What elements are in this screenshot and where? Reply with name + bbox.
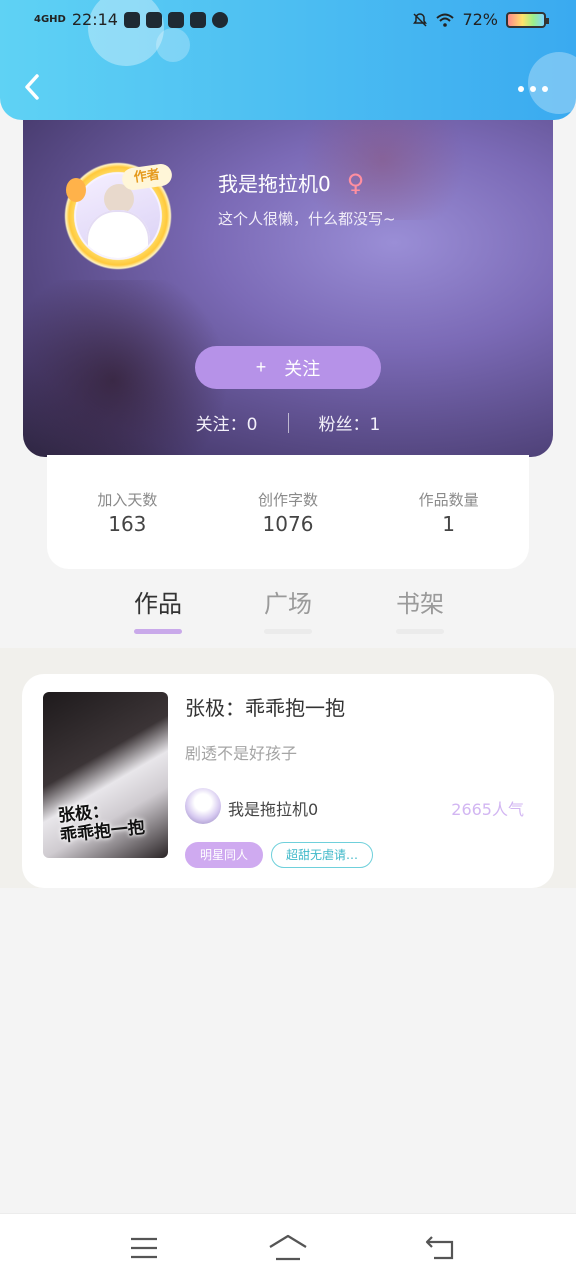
- tab-indicator: [134, 629, 182, 634]
- fans-count[interactable]: 粉丝：1: [319, 410, 381, 435]
- back-icon: [425, 1236, 454, 1260]
- stat-word-count: 创作字数 1076: [228, 489, 348, 569]
- wifi-icon: [436, 13, 455, 27]
- tab-indicator: [396, 629, 444, 634]
- system-nav-bar: [0, 1213, 576, 1280]
- back-nav-button[interactable]: [420, 1232, 460, 1264]
- tab-works[interactable]: 作品: [118, 584, 198, 634]
- top-bar: 4GHD 22:14 72%: [0, 0, 576, 120]
- mute-bell-icon: [413, 12, 428, 27]
- stats-card: 加入天数 163 创作字数 1076 作品数量 1: [47, 455, 529, 569]
- status-bar: 4GHD 22:14 72%: [0, 0, 576, 44]
- status-time: 22:14: [71, 10, 118, 29]
- cover-title: 张极： 乖乖抱一抱: [57, 801, 146, 847]
- work-description: 剧透不是好孩子: [185, 744, 298, 763]
- follow-button[interactable]: + 关注: [195, 346, 381, 389]
- battery-icon: [506, 11, 549, 28]
- green-app-icon: [145, 11, 162, 28]
- author-badge: 作者: [120, 162, 174, 192]
- more-dot: [542, 86, 548, 92]
- back-button[interactable]: [22, 72, 42, 102]
- shield-app-icon: [189, 11, 206, 28]
- tab-bookshelf[interactable]: 书架: [380, 584, 460, 634]
- divider: [287, 412, 289, 433]
- signal-indicator: 4GHD: [34, 13, 66, 25]
- menu-button[interactable]: [124, 1232, 164, 1264]
- stat-join-days: 加入天数 163: [67, 489, 187, 569]
- tab-label: 广场: [264, 590, 312, 618]
- work-card[interactable]: 张极： 乖乖抱一抱 张极：乖乖抱一抱 剧透不是好孩子 我是拖拉机0 2665人气…: [22, 674, 554, 888]
- author-name[interactable]: 我是拖拉机0: [228, 796, 318, 820]
- popularity-count: 2665人气: [451, 800, 524, 819]
- tag-chip[interactable]: 明星同人: [185, 842, 264, 868]
- stat-value: 1076: [262, 512, 314, 536]
- avatar-body: [86, 210, 150, 258]
- stat-label: 加入天数: [97, 491, 158, 509]
- home-button[interactable]: [268, 1232, 308, 1264]
- female-icon: ♀: [346, 168, 365, 197]
- stat-value: 163: [108, 512, 147, 536]
- tab-square[interactable]: 广场: [248, 584, 328, 634]
- profile-hero: [23, 100, 553, 457]
- user-name: 我是拖拉机0: [218, 172, 331, 196]
- more-button[interactable]: [518, 86, 548, 94]
- menu-icon: [131, 1237, 157, 1259]
- tab-label: 书架: [396, 590, 444, 618]
- plus-icon: +: [255, 357, 267, 377]
- avatar-frame[interactable]: 作者: [62, 160, 174, 272]
- tag-chip[interactable]: 超甜无虐请…: [271, 842, 374, 868]
- battery-percent: 72%: [462, 10, 498, 29]
- more-dot: [530, 86, 536, 92]
- stat-label: 作品数量: [418, 491, 479, 509]
- name-row: 我是拖拉机0 ♀: [218, 168, 364, 197]
- home-icon: [269, 1234, 307, 1261]
- play-app-icon: [123, 11, 140, 28]
- stat-label: 创作字数: [257, 491, 318, 509]
- balloon-icon: [66, 178, 86, 202]
- follow-button-label: 关注: [284, 358, 321, 379]
- follow-stats: 关注：0 粉丝：1: [23, 410, 553, 435]
- book-app-icon: [167, 11, 184, 28]
- tab-indicator: [264, 629, 312, 634]
- stat-value: 1: [442, 512, 455, 536]
- stat-works-count: 作品数量 1: [389, 489, 509, 569]
- compass-app-icon: [211, 11, 228, 28]
- work-title[interactable]: 张极：乖乖抱一抱: [185, 692, 345, 721]
- tab-label: 作品: [134, 590, 182, 618]
- following-count[interactable]: 关注：0: [196, 410, 258, 435]
- decor-bubble: [528, 52, 576, 114]
- author-avatar[interactable]: [185, 788, 221, 824]
- more-dot: [518, 86, 524, 92]
- profile-tabs: 作品 广场 书架: [0, 578, 576, 646]
- book-cover[interactable]: 张极： 乖乖抱一抱: [43, 692, 168, 858]
- user-bio: 这个人很懒，什么都没写~: [218, 210, 396, 228]
